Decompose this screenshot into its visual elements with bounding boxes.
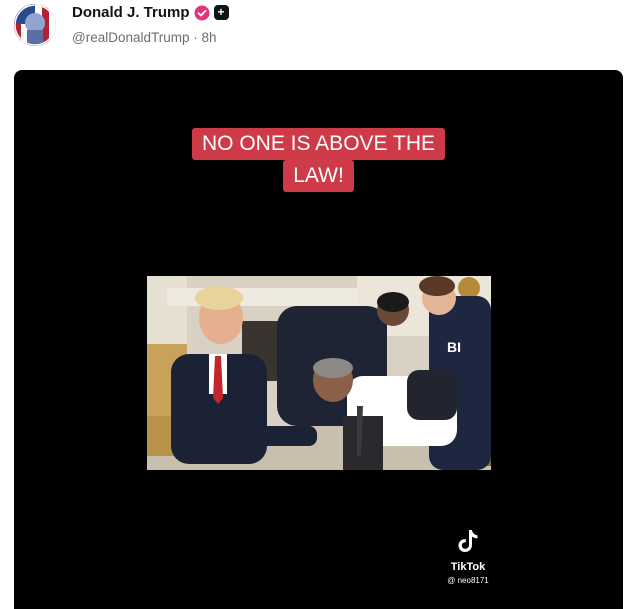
tiktok-watermark: TikTok @ neo8171 — [442, 528, 494, 585]
video-caption: NO ONE IS ABOVE THE LAW! — [14, 128, 623, 192]
handle-row: @realDonaldTrump · 8h — [72, 30, 217, 45]
verified-badge-icon — [194, 5, 210, 20]
tiktok-handle: @ neo8171 — [447, 576, 489, 585]
avatar[interactable] — [14, 4, 56, 46]
caption-line-1: NO ONE IS ABOVE THE — [191, 128, 445, 160]
post-header: Donald J. Trump + @realDonaldTrump · 8h — [0, 0, 640, 62]
tiktok-icon — [458, 530, 478, 552]
post-time[interactable]: 8h — [202, 30, 217, 45]
separator: · — [193, 30, 198, 45]
user-handle[interactable]: @realDonaldTrump — [72, 30, 190, 45]
jacket-text: BI — [447, 339, 461, 355]
avatar-image — [14, 4, 56, 46]
plus-badge-icon: + — [213, 5, 229, 20]
name-row: Donald J. Trump + — [72, 4, 229, 21]
display-name[interactable]: Donald J. Trump — [72, 4, 190, 21]
tiktok-label: TikTok — [450, 561, 486, 573]
photo-scene: BI — [147, 276, 491, 470]
caption-line-2: LAW! — [283, 160, 354, 192]
embedded-photo: BI — [147, 276, 491, 470]
video-player[interactable]: NO ONE IS ABOVE THE LAW! BI TikTok @ neo… — [14, 70, 623, 609]
